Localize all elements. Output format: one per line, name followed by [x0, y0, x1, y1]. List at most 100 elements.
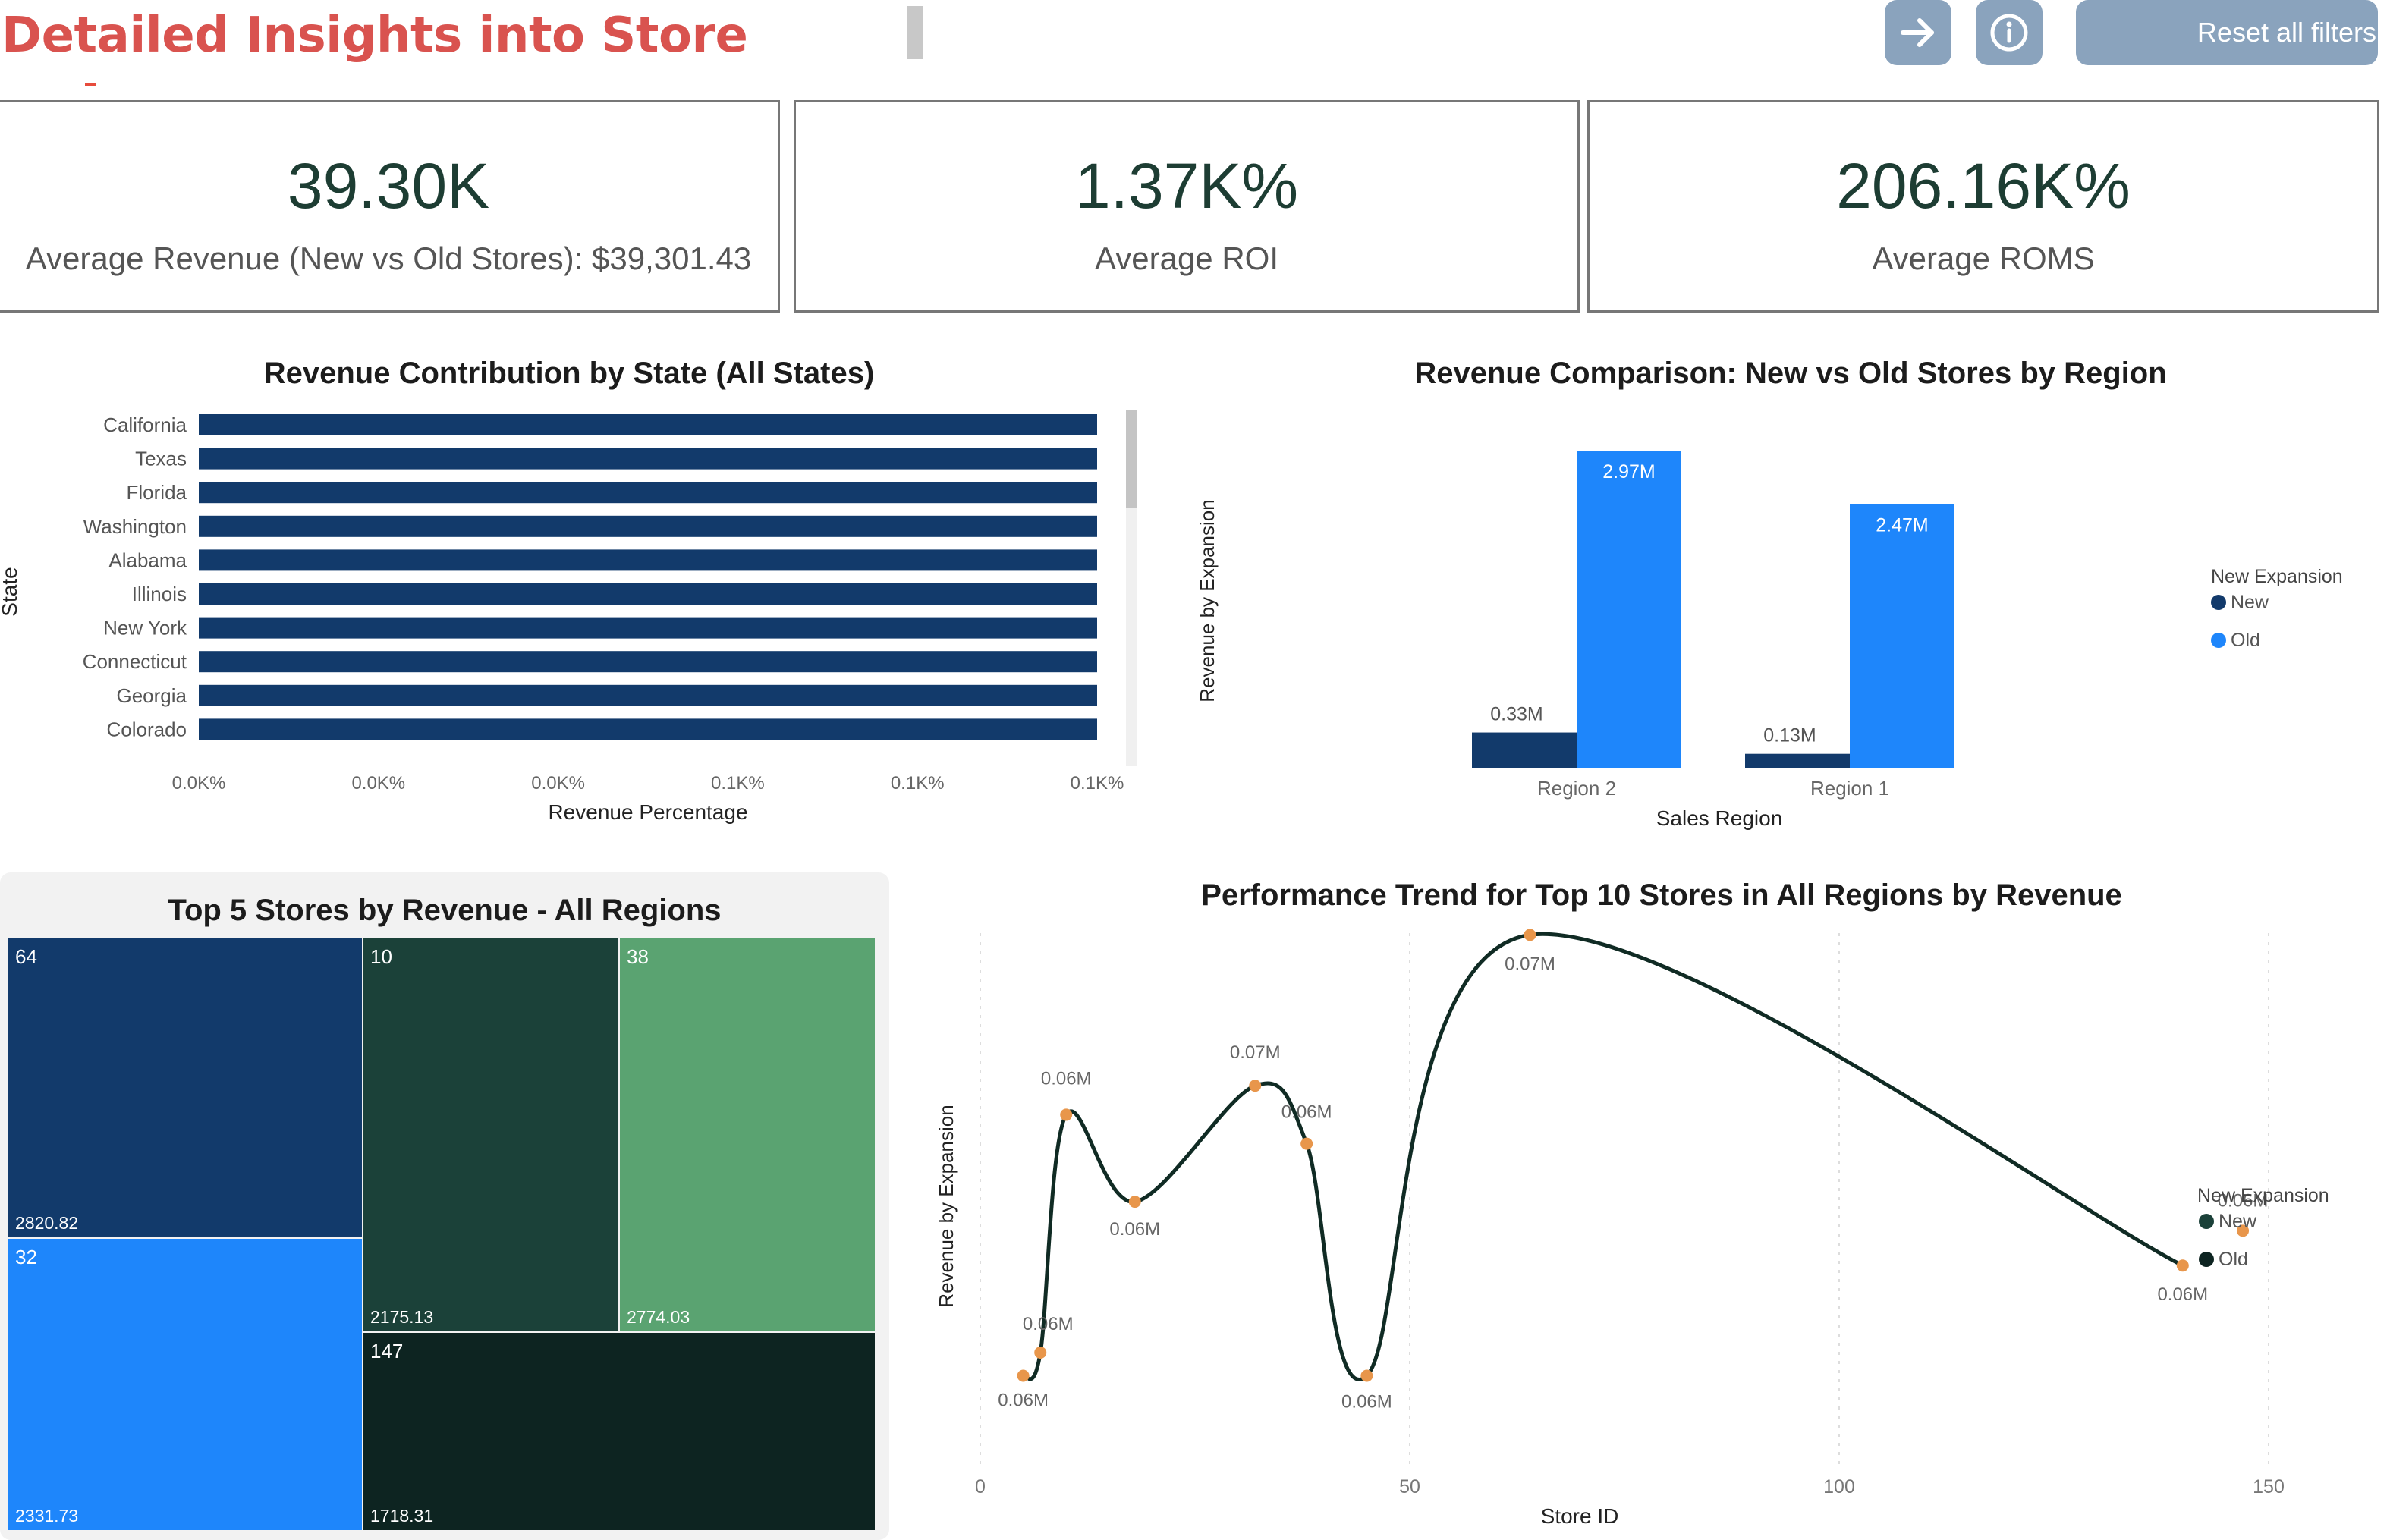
- kpi-label: Average ROMS: [1872, 240, 2095, 276]
- treemap-cell-store-32[interactable]: [8, 1237, 363, 1531]
- x-tick-label: 100: [1823, 1476, 1855, 1498]
- state-label: Illinois: [132, 583, 187, 605]
- category-label: Region 2: [1537, 777, 1616, 800]
- bar-old-region-1[interactable]: [1850, 504, 1954, 768]
- bar-georgia[interactable]: [199, 684, 1097, 706]
- info-button[interactable]: [1976, 0, 2043, 65]
- y-axis-title: State: [0, 567, 21, 616]
- kpi-value: 1.37K%: [1074, 150, 1299, 222]
- store-revenue-label: 2774.03: [627, 1307, 690, 1327]
- data-label: 0.06M: [1341, 1392, 1392, 1413]
- data-point-new[interactable]: [1249, 1080, 1262, 1092]
- treemap-cell-store-10[interactable]: [362, 938, 620, 1333]
- data-point-new[interactable]: [1017, 1369, 1030, 1382]
- legend-label: New: [2231, 592, 2269, 613]
- treemap-cell-store-147[interactable]: [362, 1331, 876, 1531]
- data-point-new[interactable]: [1300, 1137, 1313, 1150]
- bar-old-region-2[interactable]: [1577, 451, 1681, 768]
- bar-colorado[interactable]: [199, 718, 1097, 740]
- data-point-new[interactable]: [1128, 1196, 1141, 1208]
- data-point-new[interactable]: [1034, 1346, 1047, 1359]
- kpi-label: Average ROI: [1094, 240, 1278, 276]
- top-stores-treemap[interactable]: 64 2820.82 32 2331.73 10 2175.13 38 2774.03 147 1…: [8, 938, 876, 1531]
- state-label: Washington: [83, 515, 187, 538]
- region-revenue-chart[interactable]: 0.33M 2.97M Region 2 0.13M 2.47M Region 1 Sale…: [1168, 410, 2390, 834]
- x-tick-label: 0: [975, 1476, 986, 1498]
- legend-label: Old: [2219, 1249, 2248, 1270]
- x-axis-title: Revenue Percentage: [548, 800, 747, 824]
- category-label: Region 1: [1810, 777, 1889, 800]
- store-id-label: 32: [15, 1246, 37, 1268]
- legend-title: New Expansion: [2197, 1185, 2329, 1206]
- bar-new-region-2[interactable]: [1472, 732, 1577, 768]
- legend-marker-new: [2199, 1214, 2214, 1229]
- bar-washington[interactable]: [199, 515, 1097, 537]
- store-id-label: 64: [15, 945, 37, 968]
- store-revenue-label: 2175.13: [370, 1307, 433, 1327]
- x-tick-label: 0.0K%: [172, 773, 226, 794]
- data-label: 0.06M: [2157, 1284, 2208, 1305]
- x-tick-label: 0.1K%: [711, 773, 765, 794]
- bar-florida[interactable]: [199, 482, 1097, 504]
- data-label: 0.06M: [1023, 1314, 1074, 1334]
- state-label: Texas: [135, 448, 187, 470]
- region-chart-title: Revenue Comparison: New vs Old Stores by…: [1414, 357, 2167, 390]
- data-point-new[interactable]: [2176, 1259, 2189, 1272]
- kpi-card-average-revenue: 39.30K Average Revenue (New vs Old Store…: [0, 100, 780, 313]
- store-id-label: 38: [627, 945, 649, 968]
- header-divider: [907, 6, 923, 59]
- data-label: 0.06M: [1109, 1219, 1160, 1240]
- bar-texas[interactable]: [199, 448, 1097, 470]
- kpi-card-average-roi: 1.37K% Average ROI: [794, 100, 1580, 313]
- navigate-button[interactable]: [1885, 0, 1951, 65]
- data-point-new[interactable]: [1360, 1369, 1373, 1382]
- scrollbar-thumb[interactable]: [1126, 410, 1137, 508]
- state-label: New York: [103, 617, 187, 640]
- state-label: Georgia: [117, 684, 187, 707]
- x-axis-title: Store ID: [1541, 1504, 1619, 1528]
- treemap-cell-store-64[interactable]: [8, 938, 363, 1239]
- treemap-panel: Top 5 Stores by Revenue - All Regions 64…: [0, 872, 889, 1540]
- data-label: 0.06M: [1281, 1102, 1332, 1123]
- data-point-new[interactable]: [1060, 1108, 1073, 1121]
- data-label: 0.33M: [1490, 704, 1542, 725]
- treemap-cell-store-38[interactable]: [618, 938, 876, 1333]
- data-point-new[interactable]: [1524, 929, 1536, 941]
- store-revenue-label: 2820.82: [15, 1213, 78, 1233]
- x-tick-label: 0.0K%: [351, 773, 405, 794]
- bar-new-york[interactable]: [199, 617, 1097, 639]
- x-tick-label: 0.1K%: [891, 773, 945, 794]
- bar-new-region-1[interactable]: [1745, 753, 1850, 768]
- state-revenue-chart[interactable]: California Texas Florida Washington Alabama I…: [0, 402, 1153, 834]
- kpi-value: 206.16K%: [1836, 150, 2131, 222]
- legend-title: New Expansion: [2211, 566, 2343, 587]
- bar-illinois[interactable]: [199, 583, 1097, 605]
- state-label: Connecticut: [83, 650, 187, 673]
- legend-marker-new: [2211, 595, 2226, 610]
- y-axis-title: Revenue by Expansion: [1196, 499, 1219, 702]
- bar-connecticut[interactable]: [199, 651, 1097, 673]
- legend-label: Old: [2231, 630, 2260, 651]
- x-tick-label: 50: [1399, 1476, 1420, 1498]
- store-id-label: 10: [370, 945, 392, 968]
- x-tick-label: 0.0K%: [531, 773, 585, 794]
- data-label: 0.13M: [1763, 725, 1816, 746]
- bar-california[interactable]: [199, 414, 1097, 435]
- state-label: Colorado: [106, 718, 187, 740]
- store-trend-chart[interactable]: 0 50 100 150 0.06M 0.06M 0.06M 0.06M 0.07M 0.06M 0…: [910, 918, 2390, 1540]
- data-label: 0.06M: [998, 1391, 1049, 1411]
- x-tick-label: 150: [2253, 1476, 2285, 1498]
- trend-chart-title: Performance Trend for Top 10 Stores in A…: [1201, 878, 2122, 912]
- bar-alabama[interactable]: [199, 549, 1097, 571]
- store-revenue-label: 2331.73: [15, 1506, 78, 1526]
- x-tick-label: 0.1K%: [1071, 773, 1124, 794]
- state-chart-title: Revenue Contribution by State (All State…: [263, 357, 875, 390]
- data-label: 0.07M: [1505, 954, 1555, 974]
- data-label: 2.47M: [1876, 514, 1928, 536]
- legend-marker-old: [2211, 633, 2226, 648]
- state-label: Florida: [127, 481, 187, 504]
- kpi-card-average-roms: 206.16K% Average ROMS: [1587, 100, 2379, 313]
- legend-marker-old: [2199, 1252, 2214, 1267]
- reset-filters-button[interactable]: Reset all filters: [2076, 0, 2378, 65]
- page-title: Detailed Insights into Store: [2, 8, 748, 64]
